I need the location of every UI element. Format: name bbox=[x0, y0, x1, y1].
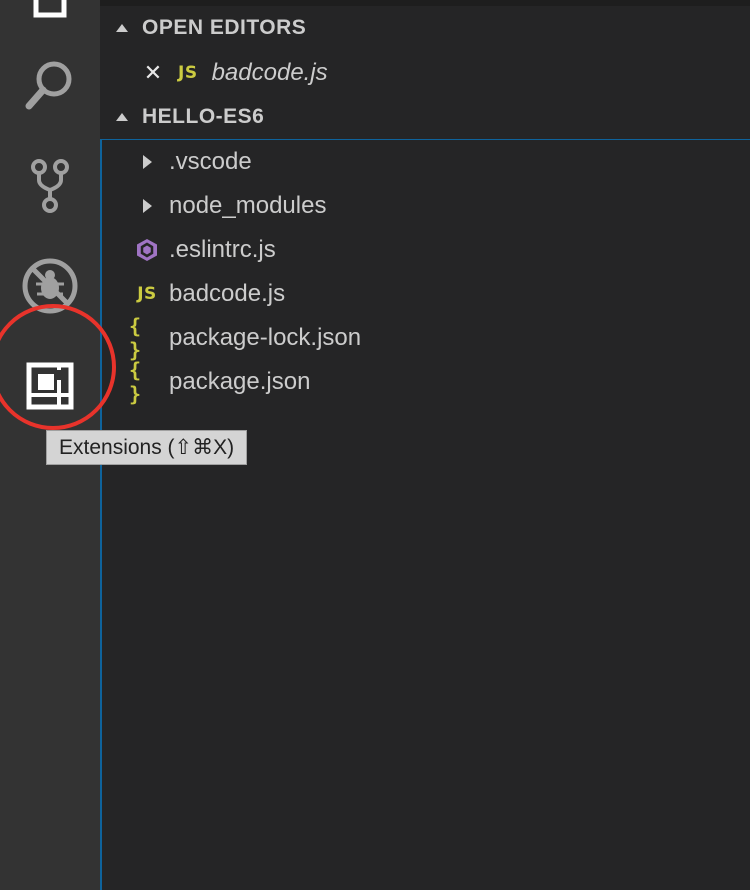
tree-item-label: .vscode bbox=[169, 148, 252, 175]
open-editors-title: OPEN EDITORS bbox=[142, 16, 307, 39]
tree-item-label: package-lock.json bbox=[169, 324, 362, 351]
tree-item-package-lock[interactable]: { } package-lock.json bbox=[102, 314, 750, 362]
tree-item-label: node_modules bbox=[169, 192, 327, 219]
tree-item-node-modules[interactable]: node_modules bbox=[102, 184, 750, 228]
collapse-triangle-icon bbox=[116, 113, 128, 121]
tree-item-vscode[interactable]: .vscode bbox=[102, 140, 750, 184]
project-folder-header[interactable]: HELLO-ES6 bbox=[100, 95, 750, 139]
tree-item-package-json[interactable]: { } package.json bbox=[102, 358, 750, 406]
explorer-icon bbox=[33, 0, 67, 18]
tree-item-label: badcode.js bbox=[169, 280, 286, 307]
source-control-icon bbox=[31, 159, 69, 213]
chevron-right-icon bbox=[142, 155, 152, 169]
open-editor-label: badcode.js bbox=[211, 59, 328, 86]
debug-icon bbox=[22, 258, 78, 314]
extensions-tooltip: Extensions (⇧⌘X) bbox=[46, 430, 248, 465]
debug-button[interactable] bbox=[0, 242, 100, 330]
project-folder-title: HELLO-ES6 bbox=[142, 105, 265, 128]
json-file-icon: { } bbox=[129, 314, 142, 362]
source-control-button[interactable] bbox=[0, 142, 100, 230]
tree-item-label: .eslintrc.js bbox=[169, 236, 276, 263]
collapse-triangle-icon bbox=[116, 24, 128, 32]
js-file-icon: JS bbox=[178, 63, 198, 83]
eslint-icon bbox=[137, 239, 157, 261]
extensions-icon bbox=[26, 362, 74, 410]
tree-item-label: package.json bbox=[169, 368, 311, 395]
json-file-icon: { } bbox=[129, 358, 142, 406]
open-editor-item[interactable]: ✕ JS badcode.js bbox=[100, 51, 750, 95]
search-button[interactable] bbox=[0, 41, 100, 129]
explorer-button[interactable] bbox=[0, 0, 100, 40]
chevron-right-icon bbox=[142, 199, 152, 213]
close-icon[interactable]: ✕ bbox=[142, 62, 164, 84]
open-editors-header[interactable]: OPEN EDITORS bbox=[100, 6, 750, 50]
tree-item-eslintrc[interactable]: .eslintrc.js bbox=[102, 228, 750, 272]
extensions-button[interactable] bbox=[0, 342, 100, 430]
js-file-icon: JS bbox=[137, 284, 157, 304]
tree-item-badcode[interactable]: JS badcode.js bbox=[102, 272, 750, 316]
file-tree: .vscode node_modules .eslintrc.js JS bad… bbox=[100, 139, 750, 890]
search-icon bbox=[25, 61, 72, 110]
